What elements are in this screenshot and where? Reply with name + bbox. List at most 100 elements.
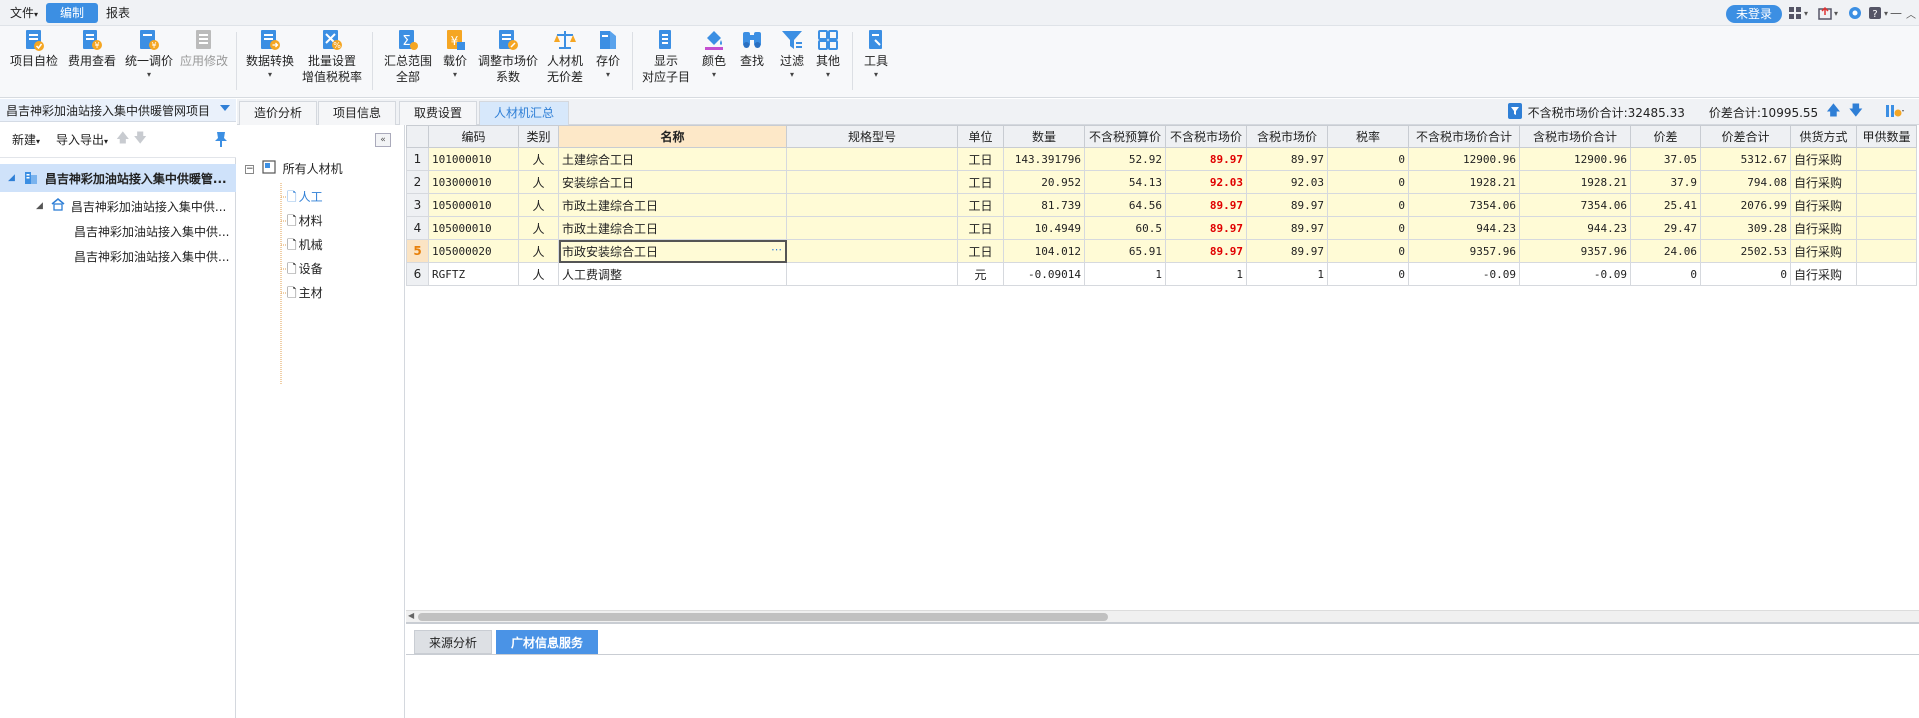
cell-tax-rate[interactable]: 0 [1327,216,1409,240]
cell-tax-market-price[interactable]: 1 [1246,262,1328,286]
header-tax-market-price[interactable]: 含税市场价 [1246,125,1328,148]
cell-quantity[interactable]: 81.739 [1003,193,1085,217]
cell-spec[interactable] [786,147,958,171]
cell-market-price[interactable]: 1 [1165,262,1247,286]
cell-market-price[interactable]: 89.97 [1165,216,1247,240]
header-spec[interactable]: 规格型号 [786,125,958,148]
cell-unit[interactable]: 工日 [957,170,1004,194]
scroll-thumb[interactable] [418,613,1108,621]
header-diff-total[interactable]: 价差合计 [1700,125,1791,148]
cell-price-diff[interactable]: 29.47 [1630,216,1701,240]
headset-icon[interactable] [1848,5,1862,21]
no-price-diff-button[interactable]: 人材机 无价差 [547,28,583,94]
cell-tax-market-total[interactable]: 12900.96 [1519,147,1631,171]
cell-tax-rate[interactable]: 0 [1327,147,1409,171]
arrow-up-icon[interactable]: 🡅 [1826,100,1840,124]
row-number[interactable]: 2 [406,170,429,194]
cell-price-diff[interactable]: 37.9 [1630,170,1701,194]
cell-diff-total[interactable]: 2076.99 [1700,193,1791,217]
cell-market-total[interactable]: 9357.96 [1408,239,1520,263]
cell-unit[interactable]: 工日 [957,193,1004,217]
cell-diff-total[interactable]: 5312.67 [1700,147,1791,171]
cell-type[interactable]: 人 [518,262,559,286]
load-price-button[interactable]: ¥ 载价 ▾ [443,28,467,94]
cell-code[interactable]: RGFTZ [428,262,519,286]
table-row[interactable]: 5 105000020 人市政安装综合工日 ⋯ 工日 104.012 65.91 89.97 8… [406,239,1917,263]
cell-tax-market-total[interactable]: 1928.21 [1519,170,1631,194]
arrow-down-icon[interactable]: 🡇 [1849,100,1863,124]
header-owner-supply-qty[interactable]: 甲供数量 [1856,125,1917,148]
cell-spec[interactable] [786,193,958,217]
cell-budget-price[interactable]: 52.92 [1084,147,1166,171]
cell-quantity[interactable]: 104.012 [1003,239,1085,263]
summary-range-button[interactable]: Σ 汇总范围 全部 [384,28,432,94]
tab-cost-analysis[interactable]: 造价分析 [239,101,318,125]
find-button[interactable]: 查找 [740,28,764,94]
cell-quantity[interactable]: -0.09014 [1003,262,1085,286]
menu-edit[interactable]: 编制 [46,2,99,23]
cell-tax-market-price[interactable]: 92.03 [1246,170,1328,194]
tree-node-sub[interactable]: 昌吉神彩加油站接入集中供... [0,244,236,268]
category-material[interactable]: 🗋 材料 [287,211,323,231]
batch-vat-button[interactable]: % 批量设置 增值税税率 [302,28,362,94]
scroll-left-icon[interactable]: ◀ [408,611,414,620]
cell-budget-price[interactable]: 60.5 [1084,216,1166,240]
cell-unit[interactable]: 元 [957,262,1004,286]
cell-tax-market-price[interactable]: 89.97 [1246,239,1328,263]
row-number[interactable]: 4 [406,216,429,240]
cell-tax-market-total[interactable]: 7354.06 [1519,193,1631,217]
cell-supply-method[interactable]: 自行采购 [1790,216,1857,240]
header-code[interactable]: 编码 [428,125,519,148]
cell-name[interactable]: 市政土建综合工日 [558,193,787,217]
table-row[interactable]: 1 101000010 人土建综合工日 工日 143.391796 52.92 89.97 8… [406,147,1917,171]
cell-quantity[interactable]: 20.952 [1003,170,1085,194]
filter-funnel-icon[interactable] [1507,102,1522,122]
cell-type[interactable]: 人 [518,147,559,171]
cell-budget-price[interactable]: 54.13 [1084,170,1166,194]
row-number[interactable]: 6 [406,262,429,286]
expand-arrow-icon[interactable]: ◢ [36,201,43,211]
cell-diff-total[interactable]: 0 [1700,262,1791,286]
cell-spec[interactable] [786,170,958,194]
cell-name[interactable]: 安装综合工日 [558,170,787,194]
cell-owner-supply-qty[interactable] [1856,170,1917,194]
cell-name[interactable]: 市政安装综合工日 ⋯ [558,239,787,263]
cell-tax-rate[interactable]: 0 [1327,262,1409,286]
cell-diff-total[interactable]: 309.28 [1700,216,1791,240]
header-market-total[interactable]: 不含税市场价合计 [1408,125,1520,148]
column-settings-icon[interactable] [1885,104,1905,121]
data-convert-button[interactable]: 数据转换 ▾ [246,28,294,94]
cell-market-total[interactable]: 1928.21 [1408,170,1520,194]
cell-price-diff[interactable]: 25.41 [1630,193,1701,217]
cell-unit[interactable]: 工日 [957,239,1004,263]
filter-button[interactable]: 过滤 ▾ [780,28,804,94]
cell-unit[interactable]: 工日 [957,216,1004,240]
cell-market-total[interactable]: 12900.96 [1408,147,1520,171]
move-down-icon[interactable]: 🡇 [133,129,146,151]
category-equipment[interactable]: 🗋 设备 [287,259,323,279]
cell-price-diff[interactable]: 37.05 [1630,147,1701,171]
cell-budget-price[interactable]: 64.56 [1084,193,1166,217]
help-icon[interactable]: ? ▾ [1868,5,1888,21]
tab-labor-material-summary[interactable]: 人材机汇总 [479,101,570,125]
cell-budget-price[interactable]: 65.91 [1084,239,1166,263]
row-number[interactable]: 1 [406,147,429,171]
login-button[interactable]: 未登录 [1726,5,1783,23]
project-selector[interactable]: 昌吉神彩加油站接入集中供暖管网项目 [0,99,236,122]
cell-market-price[interactable]: 92.03 [1165,170,1247,194]
unified-price-adjust-button[interactable]: ¥ 统一调价 ▾ [125,28,173,94]
cell-supply-method[interactable]: 自行采购 [1790,262,1857,286]
header-name[interactable]: 名称 [558,125,787,148]
cell-tax-market-total[interactable]: -0.09 [1519,262,1631,286]
cell-market-total[interactable]: 944.23 [1408,216,1520,240]
horizontal-scrollbar[interactable]: ◀ [406,610,1919,622]
tree-node-project[interactable]: ◢ 昌吉神彩加油站接入集中供暖管... [0,164,236,192]
cell-tax-market-total[interactable]: 944.23 [1519,216,1631,240]
row-number[interactable]: 3 [406,193,429,217]
table-row[interactable]: 3 105000010 人市政土建综合工日 工日 81.739 64.56 89.97 89.… [406,193,1917,217]
cell-supply-method[interactable]: 自行采购 [1790,193,1857,217]
category-machine[interactable]: 🗋 机械 [287,235,323,255]
header-budget-price[interactable]: 不含税预算价 [1084,125,1166,148]
apply-changes-button[interactable]: 应用修改 [180,28,228,94]
header-quantity[interactable]: 数量 [1003,125,1085,148]
